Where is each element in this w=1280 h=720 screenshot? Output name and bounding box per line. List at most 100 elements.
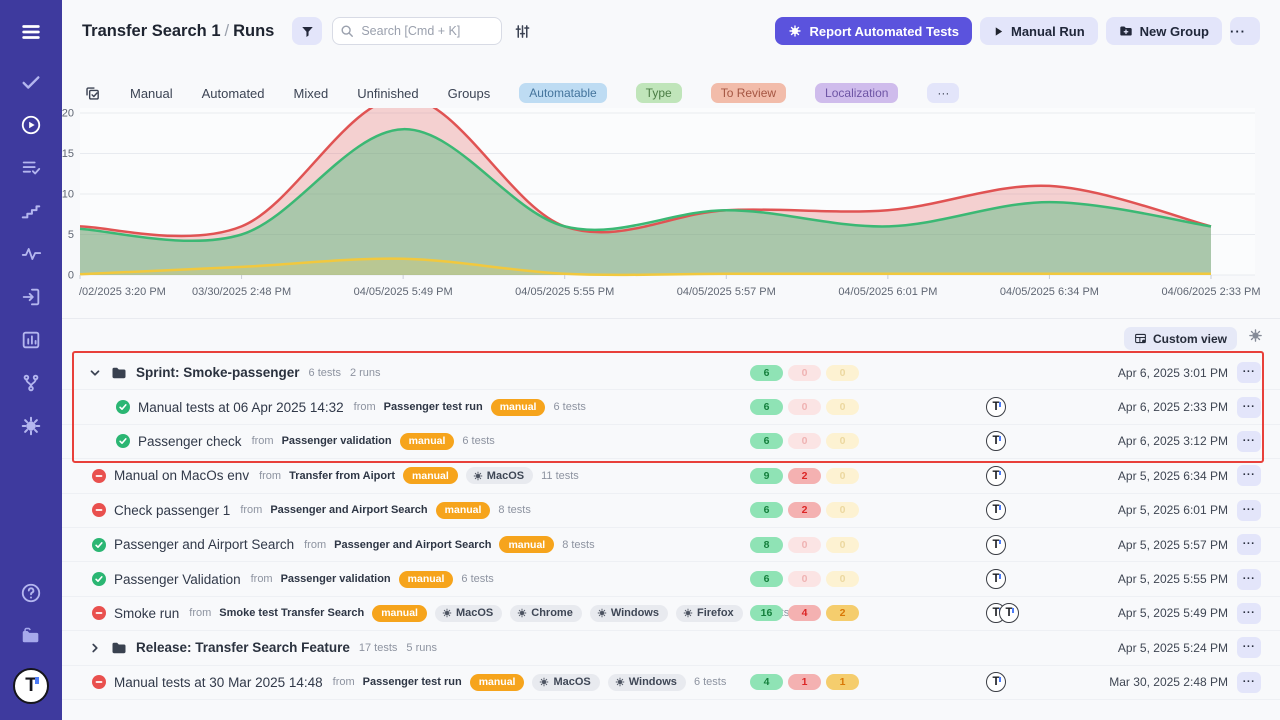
tests-count: 6 tests [694, 676, 726, 688]
view-settings-button[interactable] [1248, 328, 1263, 346]
run-date: Apr 6, 2025 2:33 PM [1118, 400, 1228, 414]
svg-text:04/05/2025 5:49 PM: 04/05/2025 5:49 PM [354, 286, 453, 298]
tests-check-icon[interactable] [20, 71, 42, 93]
row-more-button[interactable]: ··· [1237, 672, 1261, 693]
header-actions: Report Automated Tests Manual Run New Gr… [775, 17, 1260, 45]
avatar[interactable]: T [986, 431, 1006, 451]
row-more-button[interactable]: ··· [1237, 534, 1261, 555]
runs-play-icon[interactable] [20, 114, 42, 136]
run-row[interactable]: Passenger and Airport SearchfromPassenge… [62, 528, 1280, 562]
run-row[interactable]: Manual on MacOs envfromTransfer from Aip… [62, 459, 1280, 493]
passed-count: 6 [750, 571, 783, 587]
header-more-button[interactable]: ··· [1230, 17, 1260, 45]
settings-gear-icon[interactable] [20, 415, 42, 437]
run-source: Passenger validation [282, 435, 392, 447]
row-more-button[interactable]: ··· [1237, 397, 1261, 418]
project-title[interactable]: Transfer Search 1 [82, 22, 221, 40]
branches-icon[interactable] [20, 372, 42, 394]
failed-icon [92, 503, 106, 517]
group-row[interactable]: Release: Transfer Search Feature17 tests… [62, 631, 1280, 665]
run-source: Passenger test run [384, 401, 483, 413]
tab-unfinished[interactable]: Unfinished [357, 86, 418, 101]
run-row[interactable]: Passenger checkfromPassenger validationm… [62, 425, 1280, 459]
avatar[interactable]: T [986, 535, 1006, 555]
env-chip: Chrome [510, 605, 582, 622]
row-more-button[interactable]: ··· [1237, 603, 1261, 624]
menu-icon[interactable] [20, 21, 42, 43]
svg-text:0: 0 [68, 270, 74, 282]
passed-icon [116, 434, 130, 448]
tags-more-button[interactable]: ··· [927, 83, 959, 103]
avatar[interactable]: T [986, 672, 1006, 692]
env-gear-icon [597, 608, 607, 618]
svg-text:5: 5 [68, 229, 74, 241]
run-row[interactable]: Passenger ValidationfromPassenger valida… [62, 562, 1280, 596]
tests-count: 6 tests [553, 401, 585, 413]
run-name: Manual on MacOs env [114, 468, 249, 483]
gear-icon [1248, 328, 1263, 343]
manual-badge: manual [400, 433, 455, 450]
app-logo[interactable]: T [13, 668, 49, 704]
row-more-button[interactable]: ··· [1237, 465, 1261, 486]
reports-chart-icon[interactable] [20, 329, 42, 351]
row-more-button[interactable]: ··· [1237, 500, 1261, 521]
filter-tag-type[interactable]: Type [636, 83, 682, 103]
row-more-button[interactable]: ··· [1237, 637, 1261, 658]
failed-count: 0 [788, 537, 821, 553]
sliders-icon[interactable] [514, 23, 531, 40]
manual-run-button[interactable]: Manual Run [980, 17, 1098, 45]
tests-count: 11 tests [541, 470, 579, 482]
tab-mixed[interactable]: Mixed [294, 86, 329, 101]
custom-view-button[interactable]: Custom view [1124, 327, 1237, 350]
funnel-icon [300, 24, 315, 39]
help-icon[interactable] [20, 582, 42, 604]
new-group-button[interactable]: New Group [1106, 17, 1222, 45]
tab-manual[interactable]: Manual [130, 86, 173, 101]
filter-tag-localization[interactable]: Localization [815, 83, 898, 103]
assignee-avatars: TT [986, 603, 1019, 623]
filter-tag-to-review[interactable]: To Review [711, 83, 786, 103]
svg-text:15: 15 [62, 148, 74, 160]
report-automated-tests-button[interactable]: Report Automated Tests [775, 17, 972, 45]
tab-groups[interactable]: Groups [448, 86, 491, 101]
from-label: from [333, 676, 355, 688]
svg-text:03/30/2025 2:48 PM: 03/30/2025 2:48 PM [192, 286, 291, 298]
manual-run-label: Manual Run [1011, 24, 1085, 39]
avatar[interactable]: T [986, 397, 1006, 417]
filter-tag-automatable[interactable]: Automatable [519, 83, 606, 103]
group-row[interactable]: Sprint: Smoke-passenger6 tests2 runs600A… [62, 356, 1280, 390]
row-more-button[interactable]: ··· [1237, 431, 1261, 452]
run-row[interactable]: Smoke runfromSmoke test Transfer Searchm… [62, 597, 1280, 631]
run-row[interactable]: Manual tests at 30 Mar 2025 14:48fromPas… [62, 666, 1280, 700]
avatar[interactable]: T [986, 466, 1006, 486]
skipped-count: 0 [826, 399, 859, 415]
import-icon[interactable] [20, 286, 42, 308]
activity-icon[interactable] [20, 243, 42, 265]
projects-folder-icon[interactable] [20, 625, 42, 647]
from-label: from [251, 573, 273, 585]
run-date: Apr 5, 2025 5:57 PM [1118, 538, 1228, 552]
avatar[interactable]: T [986, 569, 1006, 589]
chevron-down-icon[interactable] [88, 366, 102, 380]
custom-view-label: Custom view [1153, 332, 1227, 346]
select-all-icon[interactable] [84, 85, 101, 102]
row-more-button[interactable]: ··· [1237, 569, 1261, 590]
list-toolbar: Custom view [62, 318, 1280, 356]
avatar[interactable]: T [986, 500, 1006, 520]
skipped-count: 0 [826, 365, 859, 381]
chevron-right-icon[interactable] [88, 641, 102, 655]
search-input[interactable] [332, 17, 502, 45]
milestones-icon[interactable] [20, 200, 42, 222]
run-name: Smoke run [114, 606, 179, 621]
test-plans-icon[interactable] [20, 157, 42, 179]
tests-count: 6 tests [462, 435, 494, 447]
avatar[interactable]: T [999, 603, 1019, 623]
group-meta: 6 tests [309, 367, 341, 379]
filter-button[interactable] [292, 17, 322, 45]
run-row[interactable]: Check passenger 1fromPassenger and Airpo… [62, 494, 1280, 528]
tab-automated[interactable]: Automated [202, 86, 265, 101]
row-more-button[interactable]: ··· [1237, 362, 1261, 383]
svg-text:04/05/2025 6:34 PM: 04/05/2025 6:34 PM [1000, 286, 1099, 298]
run-row[interactable]: Manual tests at 06 Apr 2025 14:32fromPas… [62, 390, 1280, 424]
failed-icon [92, 675, 106, 689]
